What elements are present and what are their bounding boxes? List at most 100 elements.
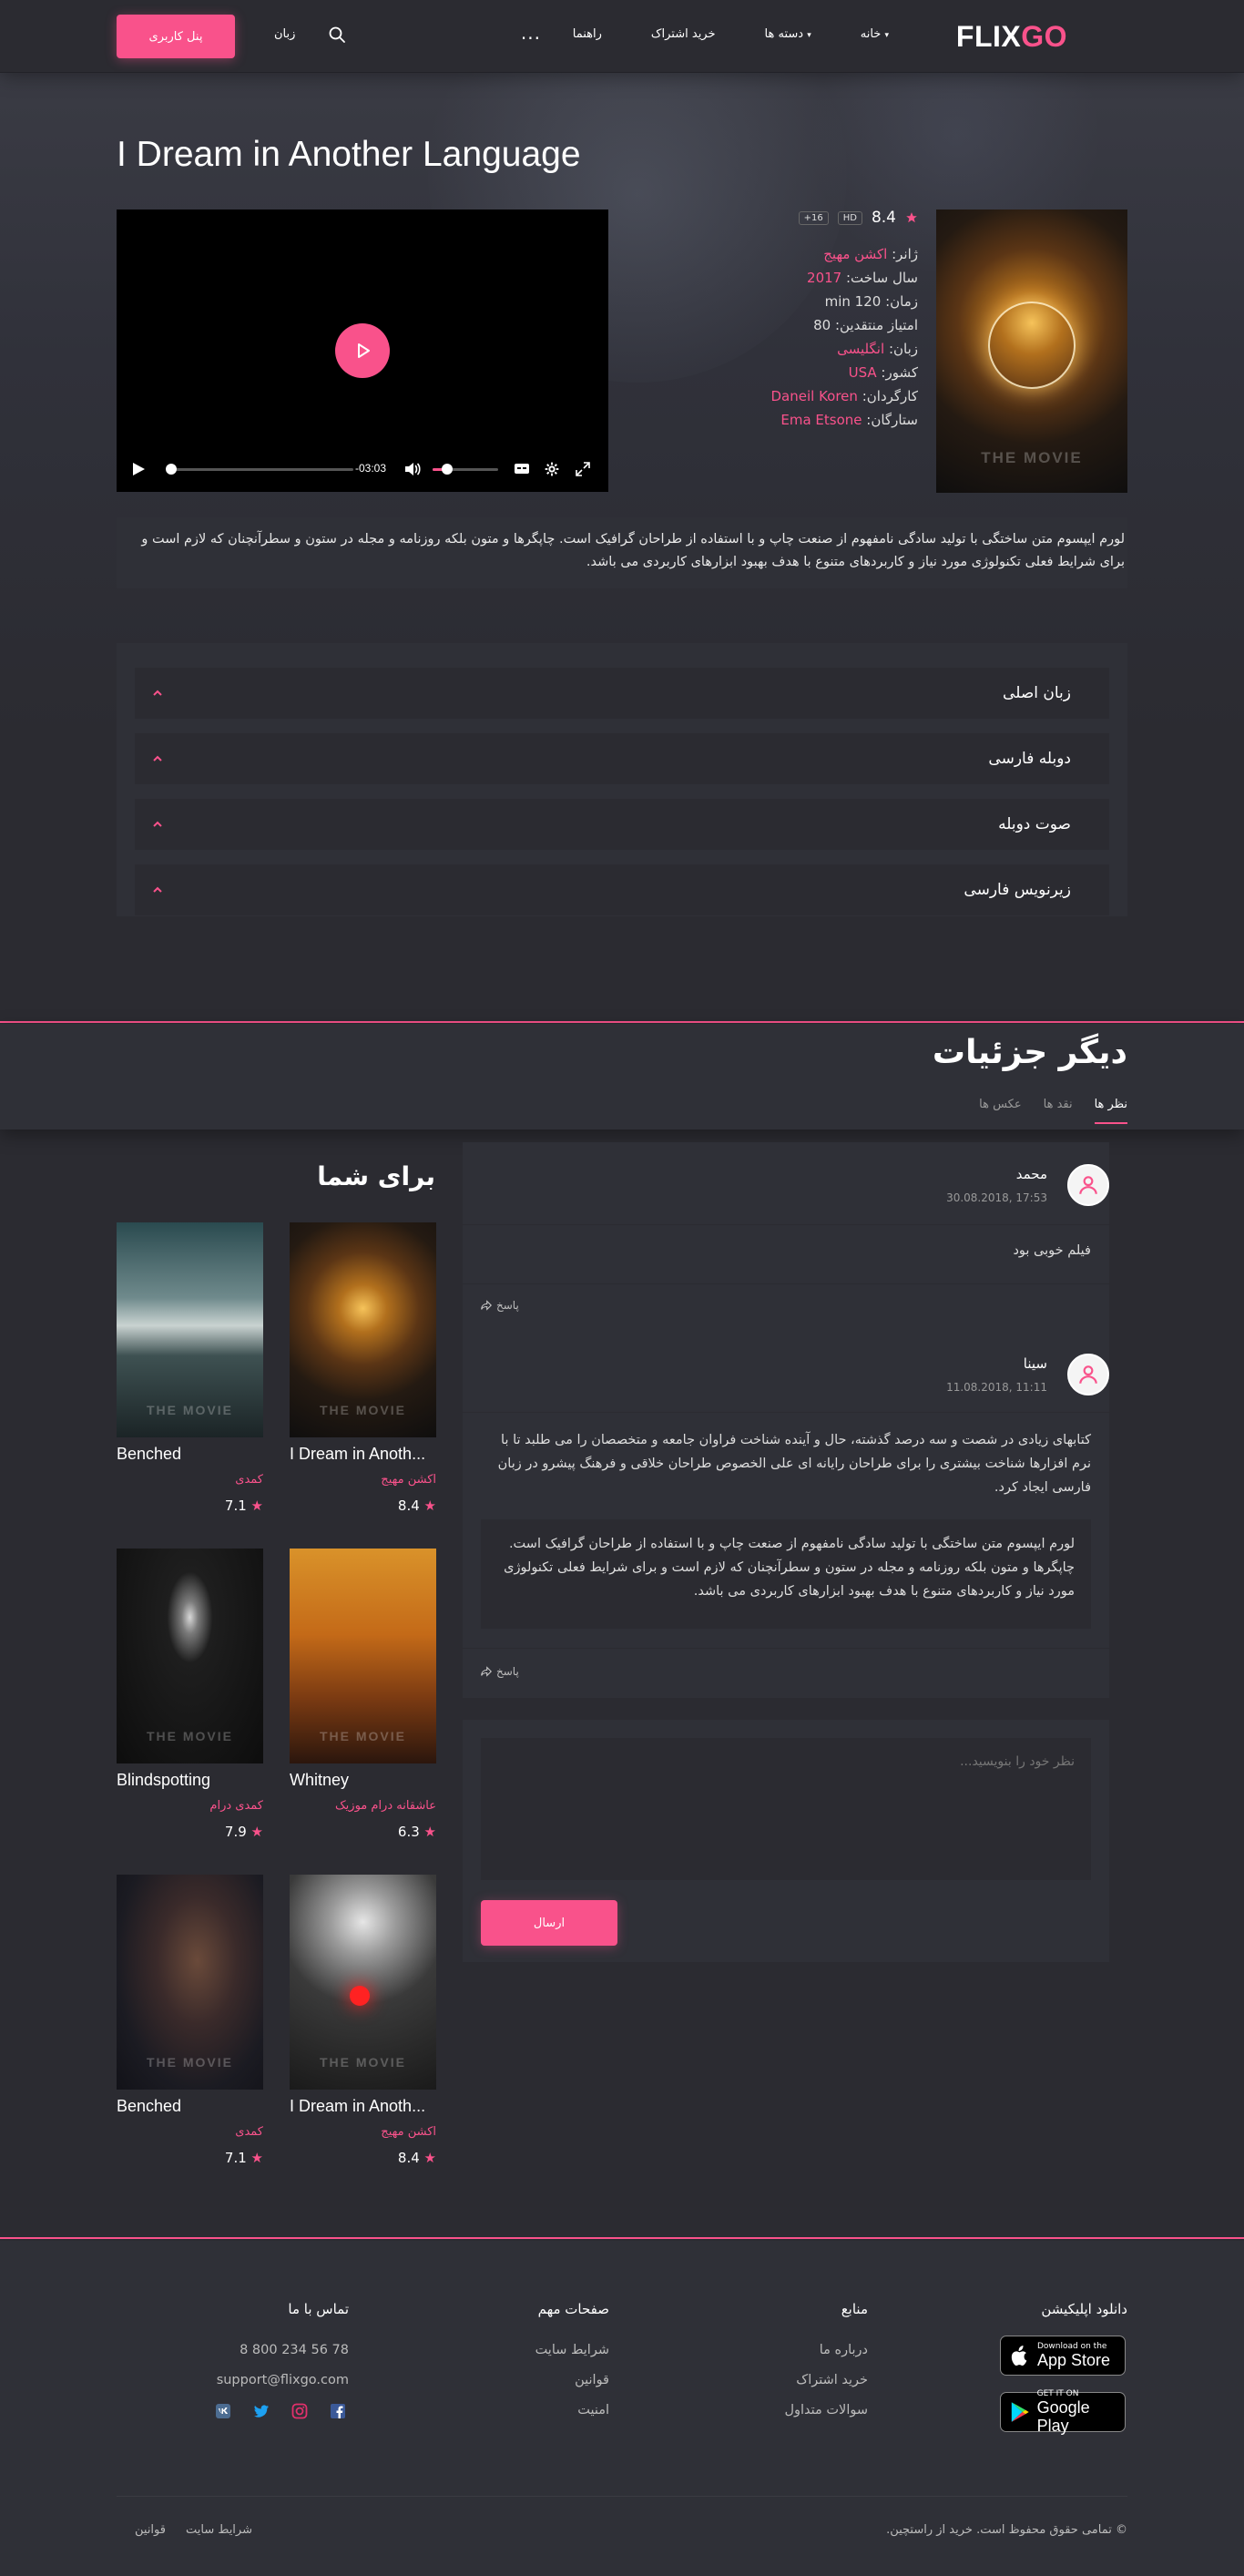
meta-value[interactable]: 2017 [807,270,841,286]
accordion-persian-dub[interactable]: دوبله فارسی [135,733,1109,784]
progress-handle[interactable] [166,464,177,475]
vk-icon[interactable] [215,2403,231,2419]
fullscreen-icon[interactable] [576,462,590,476]
settings-icon[interactable] [545,462,559,476]
footer-bottom-rules[interactable]: قوانین [135,2523,166,2537]
play-icon[interactable] [131,462,146,476]
comment-input[interactable] [481,1738,1091,1880]
meta-value[interactable]: Ema Etsone [780,412,862,428]
footer-email[interactable]: support@flixgo.com [217,2366,349,2396]
divider [463,1283,1109,1284]
rating-value: 7.9 [224,1824,247,1840]
footer-link-security[interactable]: امنیت [535,2396,609,2426]
user-panel-button[interactable]: پنل کاربری [117,15,235,58]
footer-apps: دانلود اپلیکیشن [1041,2301,1127,2336]
for-you-title: برای شما [317,1161,435,1191]
reply-button[interactable]: پاسخ [481,1665,519,1678]
tab-photos[interactable]: عکس ها [979,1098,1021,1124]
movie-card-rating: ★ 8.4 [290,1498,436,1514]
footer-link-terms[interactable]: شرایط سایت [535,2336,609,2366]
footer-phone[interactable]: 8 800 234 56 78 [217,2336,349,2366]
footer-link-faq[interactable]: سوالات متداول [784,2396,868,2426]
divider [463,1648,1109,1649]
footer-divider [0,2237,1244,2239]
movie-card-title[interactable]: I Dream in Anoth... [290,1445,436,1464]
movie-card-genres[interactable]: کمدی [117,2125,263,2139]
poster-art [988,302,1076,390]
movie-card-genres[interactable]: کمدی درام [117,1799,263,1813]
section-divider [0,1021,1244,1023]
meta-value[interactable]: USA [849,364,877,381]
comment-date: 11.08.2018, 11:11 [946,1381,1047,1394]
movie-card-image[interactable]: THE MOVIE [290,1875,436,2090]
app-store-button[interactable]: Download on the App Store [1000,2336,1126,2376]
site-logo[interactable]: FLIXGO [956,20,1067,54]
movie-card-genres[interactable]: اکشن مهیج [290,2125,436,2139]
twitter-icon[interactable] [253,2403,270,2419]
progress-bar[interactable] [169,468,353,471]
instagram-icon[interactable] [291,2403,308,2419]
accordion-dub-audio[interactable]: صوت دوبله [135,799,1109,850]
nav-categories[interactable]: دسته ها ▾ [765,27,811,41]
movie-description: لورم ایپسوم متن ساختگی با تولید سادگی نا… [117,517,1127,588]
movie-card-genres[interactable]: اکشن مهیج [290,1473,436,1487]
meta-key: زبان: [888,341,918,357]
movie-card-genres[interactable]: کمدی [117,1473,263,1487]
nav-home[interactable]: خانه ▾ [861,27,889,41]
movie-card-image[interactable]: THE MOVIE [117,1549,263,1763]
footer-link-rules[interactable]: قوانین [535,2366,609,2396]
movie-card-image[interactable]: THE MOVIE [117,1222,263,1437]
more-menu-button[interactable]: ... [521,22,541,44]
rating-value: 8.4 [397,2150,420,2166]
comment-date: 30.08.2018, 17:53 [946,1191,1047,1204]
poster-watermark: THE MOVIE [981,449,1083,466]
tab-comments[interactable]: نظر ها [1094,1098,1127,1124]
comment-author: محمد [1015,1166,1047,1182]
meta-stars: ستارگان: Ema Etsone [771,408,918,432]
footer-bottom-terms[interactable]: شرایط سایت [186,2523,252,2537]
meta-value: 120 min [824,293,882,310]
movie-card-title[interactable]: I Dream in Anoth... [290,2097,436,2116]
app-store-big: App Store [1037,2351,1111,2369]
google-play-button[interactable]: GET IT ON Google Play [1000,2389,1126,2435]
language-switch[interactable]: زبان [274,27,295,41]
meta-value[interactable]: Daneil Koren [771,388,858,404]
accordion-persian-subtitle[interactable]: زیرنویس فارسی [135,864,1109,915]
volume-handle[interactable] [442,464,453,475]
comment-quote: لورم ایپسوم متن ساختگی با تولید سادگی نا… [481,1519,1091,1629]
facebook-icon[interactable] [330,2403,346,2419]
movie-card-image[interactable]: THE MOVIE [290,1222,436,1437]
reply-button[interactable]: پاسخ [481,1299,519,1312]
movie-card-image[interactable]: THE MOVIE [117,1875,263,2090]
details-title: دیگر جزئیات [932,1034,1127,1071]
movie-card-title[interactable]: Blindspotting [117,1771,263,1790]
tab-reviews[interactable]: نقد ها [1044,1098,1073,1124]
nav-help[interactable]: راهنما [573,27,602,41]
meta-language: زبان: انگلیسی [771,337,918,361]
meta-value[interactable]: انگلیسی [837,341,884,357]
meta-value[interactable]: اکشن مهیج [823,246,887,262]
movie-card-title[interactable]: Whitney [290,1771,436,1790]
play-button[interactable] [335,323,390,378]
submit-comment-button[interactable]: ارسال [481,1900,617,1946]
main-nav: خانه ▾ دسته ها ▾ خرید اشتراک راهنما [573,27,889,41]
star-icon [906,212,917,223]
movie-card-title[interactable]: Benched [117,1445,263,1464]
footer-link-about[interactable]: درباره ما [784,2336,868,2366]
movie-poster: THE MOVIE [936,210,1127,493]
volume-icon[interactable] [404,462,421,476]
poster-watermark: THE MOVIE [146,1403,233,1417]
movie-card-genres[interactable]: عاشقانه درام موزیک [290,1799,436,1813]
site-header: FLIXGO خانه ▾ دسته ها ▾ خرید اشتراک راهن… [0,0,1244,73]
nav-subscribe[interactable]: خرید اشتراک [651,27,716,41]
captions-icon[interactable] [514,462,530,476]
search-icon[interactable] [328,26,346,44]
accordion-label: دوبله فارسی [988,750,1071,768]
footer-link-subscribe[interactable]: خرید اشتراک [784,2366,868,2396]
accordion-original-language[interactable]: زبان اصلی [135,668,1109,719]
comment-form: ارسال [463,1720,1109,1962]
video-player[interactable]: -03:03 [117,210,608,492]
meta-key: کشور: [881,364,918,381]
movie-card-title[interactable]: Benched [117,2097,263,2116]
movie-card-image[interactable]: THE MOVIE [290,1549,436,1763]
